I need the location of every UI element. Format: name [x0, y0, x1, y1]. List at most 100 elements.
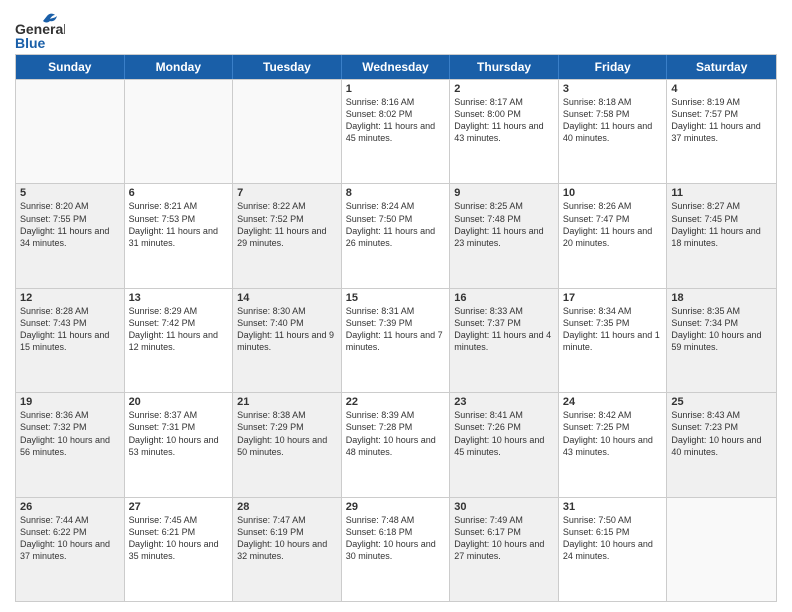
day-number: 6 [129, 187, 229, 199]
day-number: 5 [20, 187, 120, 199]
calendar-cell [125, 80, 234, 183]
calendar-cell: 8Sunrise: 8:24 AM Sunset: 7:50 PM Daylig… [342, 184, 451, 287]
calendar-cell: 7Sunrise: 8:22 AM Sunset: 7:52 PM Daylig… [233, 184, 342, 287]
cell-info: Sunrise: 8:30 AM Sunset: 7:40 PM Dayligh… [237, 305, 337, 354]
day-number: 10 [563, 187, 663, 199]
cell-info: Sunrise: 8:29 AM Sunset: 7:42 PM Dayligh… [129, 305, 229, 354]
day-number: 27 [129, 501, 229, 513]
calendar-cell: 23Sunrise: 8:41 AM Sunset: 7:26 PM Dayli… [450, 393, 559, 496]
calendar-row: 12Sunrise: 8:28 AM Sunset: 7:43 PM Dayli… [16, 288, 776, 392]
calendar-cell: 10Sunrise: 8:26 AM Sunset: 7:47 PM Dayli… [559, 184, 668, 287]
cell-info: Sunrise: 8:24 AM Sunset: 7:50 PM Dayligh… [346, 200, 446, 249]
calendar-cell: 14Sunrise: 8:30 AM Sunset: 7:40 PM Dayli… [233, 289, 342, 392]
day-number: 17 [563, 292, 663, 304]
calendar-cell: 12Sunrise: 8:28 AM Sunset: 7:43 PM Dayli… [16, 289, 125, 392]
day-number: 24 [563, 396, 663, 408]
cell-info: Sunrise: 8:37 AM Sunset: 7:31 PM Dayligh… [129, 409, 229, 458]
calendar-cell: 18Sunrise: 8:35 AM Sunset: 7:34 PM Dayli… [667, 289, 776, 392]
day-number: 2 [454, 83, 554, 95]
calendar-cell: 3Sunrise: 8:18 AM Sunset: 7:58 PM Daylig… [559, 80, 668, 183]
cell-info: Sunrise: 7:48 AM Sunset: 6:18 PM Dayligh… [346, 514, 446, 563]
calendar-cell: 17Sunrise: 8:34 AM Sunset: 7:35 PM Dayli… [559, 289, 668, 392]
day-number: 29 [346, 501, 446, 513]
day-number: 18 [671, 292, 772, 304]
calendar-cell: 29Sunrise: 7:48 AM Sunset: 6:18 PM Dayli… [342, 498, 451, 601]
day-number: 11 [671, 187, 772, 199]
calendar-cell: 27Sunrise: 7:45 AM Sunset: 6:21 PM Dayli… [125, 498, 234, 601]
day-number: 28 [237, 501, 337, 513]
weekday-header: Wednesday [342, 55, 451, 79]
calendar-cell: 5Sunrise: 8:20 AM Sunset: 7:55 PM Daylig… [16, 184, 125, 287]
calendar-cell: 15Sunrise: 8:31 AM Sunset: 7:39 PM Dayli… [342, 289, 451, 392]
svg-text:Blue: Blue [15, 35, 46, 50]
cell-info: Sunrise: 8:39 AM Sunset: 7:28 PM Dayligh… [346, 409, 446, 458]
cell-info: Sunrise: 8:31 AM Sunset: 7:39 PM Dayligh… [346, 305, 446, 354]
day-number: 4 [671, 83, 772, 95]
cell-info: Sunrise: 8:42 AM Sunset: 7:25 PM Dayligh… [563, 409, 663, 458]
cell-info: Sunrise: 7:44 AM Sunset: 6:22 PM Dayligh… [20, 514, 120, 563]
calendar-cell: 22Sunrise: 8:39 AM Sunset: 7:28 PM Dayli… [342, 393, 451, 496]
calendar-row: 1Sunrise: 8:16 AM Sunset: 8:02 PM Daylig… [16, 79, 776, 183]
cell-info: Sunrise: 7:45 AM Sunset: 6:21 PM Dayligh… [129, 514, 229, 563]
day-number: 23 [454, 396, 554, 408]
day-number: 22 [346, 396, 446, 408]
cell-info: Sunrise: 8:33 AM Sunset: 7:37 PM Dayligh… [454, 305, 554, 354]
calendar-cell: 11Sunrise: 8:27 AM Sunset: 7:45 PM Dayli… [667, 184, 776, 287]
calendar-cell: 25Sunrise: 8:43 AM Sunset: 7:23 PM Dayli… [667, 393, 776, 496]
cell-info: Sunrise: 8:41 AM Sunset: 7:26 PM Dayligh… [454, 409, 554, 458]
day-number: 31 [563, 501, 663, 513]
calendar-row: 19Sunrise: 8:36 AM Sunset: 7:32 PM Dayli… [16, 392, 776, 496]
page: GeneralBlue SundayMondayTuesdayWednesday… [0, 0, 792, 612]
calendar-cell: 2Sunrise: 8:17 AM Sunset: 8:00 PM Daylig… [450, 80, 559, 183]
cell-info: Sunrise: 8:22 AM Sunset: 7:52 PM Dayligh… [237, 200, 337, 249]
day-number: 13 [129, 292, 229, 304]
day-number: 1 [346, 83, 446, 95]
calendar-body: 1Sunrise: 8:16 AM Sunset: 8:02 PM Daylig… [16, 79, 776, 601]
calendar-cell: 6Sunrise: 8:21 AM Sunset: 7:53 PM Daylig… [125, 184, 234, 287]
calendar-row: 5Sunrise: 8:20 AM Sunset: 7:55 PM Daylig… [16, 183, 776, 287]
calendar-cell: 26Sunrise: 7:44 AM Sunset: 6:22 PM Dayli… [16, 498, 125, 601]
weekday-header: Saturday [667, 55, 776, 79]
cell-info: Sunrise: 8:43 AM Sunset: 7:23 PM Dayligh… [671, 409, 772, 458]
cell-info: Sunrise: 8:34 AM Sunset: 7:35 PM Dayligh… [563, 305, 663, 354]
cell-info: Sunrise: 8:27 AM Sunset: 7:45 PM Dayligh… [671, 200, 772, 249]
calendar-cell: 19Sunrise: 8:36 AM Sunset: 7:32 PM Dayli… [16, 393, 125, 496]
weekday-header: Thursday [450, 55, 559, 79]
cell-info: Sunrise: 8:38 AM Sunset: 7:29 PM Dayligh… [237, 409, 337, 458]
calendar-cell: 9Sunrise: 8:25 AM Sunset: 7:48 PM Daylig… [450, 184, 559, 287]
calendar-cell: 13Sunrise: 8:29 AM Sunset: 7:42 PM Dayli… [125, 289, 234, 392]
calendar: SundayMondayTuesdayWednesdayThursdayFrid… [15, 54, 777, 602]
cell-info: Sunrise: 8:36 AM Sunset: 7:32 PM Dayligh… [20, 409, 120, 458]
cell-info: Sunrise: 8:19 AM Sunset: 7:57 PM Dayligh… [671, 96, 772, 145]
calendar-cell: 4Sunrise: 8:19 AM Sunset: 7:57 PM Daylig… [667, 80, 776, 183]
calendar-cell [16, 80, 125, 183]
cell-info: Sunrise: 8:21 AM Sunset: 7:53 PM Dayligh… [129, 200, 229, 249]
day-number: 7 [237, 187, 337, 199]
calendar-cell: 31Sunrise: 7:50 AM Sunset: 6:15 PM Dayli… [559, 498, 668, 601]
cell-info: Sunrise: 7:49 AM Sunset: 6:17 PM Dayligh… [454, 514, 554, 563]
cell-info: Sunrise: 8:16 AM Sunset: 8:02 PM Dayligh… [346, 96, 446, 145]
header: GeneralBlue [15, 10, 777, 50]
day-number: 3 [563, 83, 663, 95]
calendar-cell: 28Sunrise: 7:47 AM Sunset: 6:19 PM Dayli… [233, 498, 342, 601]
day-number: 19 [20, 396, 120, 408]
calendar-cell: 21Sunrise: 8:38 AM Sunset: 7:29 PM Dayli… [233, 393, 342, 496]
logo-svg: GeneralBlue [15, 10, 65, 50]
day-number: 20 [129, 396, 229, 408]
calendar-cell: 1Sunrise: 8:16 AM Sunset: 8:02 PM Daylig… [342, 80, 451, 183]
weekday-header: Sunday [16, 55, 125, 79]
cell-info: Sunrise: 8:26 AM Sunset: 7:47 PM Dayligh… [563, 200, 663, 249]
weekday-header: Tuesday [233, 55, 342, 79]
cell-info: Sunrise: 8:35 AM Sunset: 7:34 PM Dayligh… [671, 305, 772, 354]
calendar-cell [667, 498, 776, 601]
day-number: 8 [346, 187, 446, 199]
logo: GeneralBlue [15, 10, 65, 50]
day-number: 26 [20, 501, 120, 513]
cell-info: Sunrise: 8:25 AM Sunset: 7:48 PM Dayligh… [454, 200, 554, 249]
cell-info: Sunrise: 8:28 AM Sunset: 7:43 PM Dayligh… [20, 305, 120, 354]
calendar-row: 26Sunrise: 7:44 AM Sunset: 6:22 PM Dayli… [16, 497, 776, 601]
calendar-cell: 20Sunrise: 8:37 AM Sunset: 7:31 PM Dayli… [125, 393, 234, 496]
cell-info: Sunrise: 7:50 AM Sunset: 6:15 PM Dayligh… [563, 514, 663, 563]
calendar-cell: 16Sunrise: 8:33 AM Sunset: 7:37 PM Dayli… [450, 289, 559, 392]
cell-info: Sunrise: 8:20 AM Sunset: 7:55 PM Dayligh… [20, 200, 120, 249]
